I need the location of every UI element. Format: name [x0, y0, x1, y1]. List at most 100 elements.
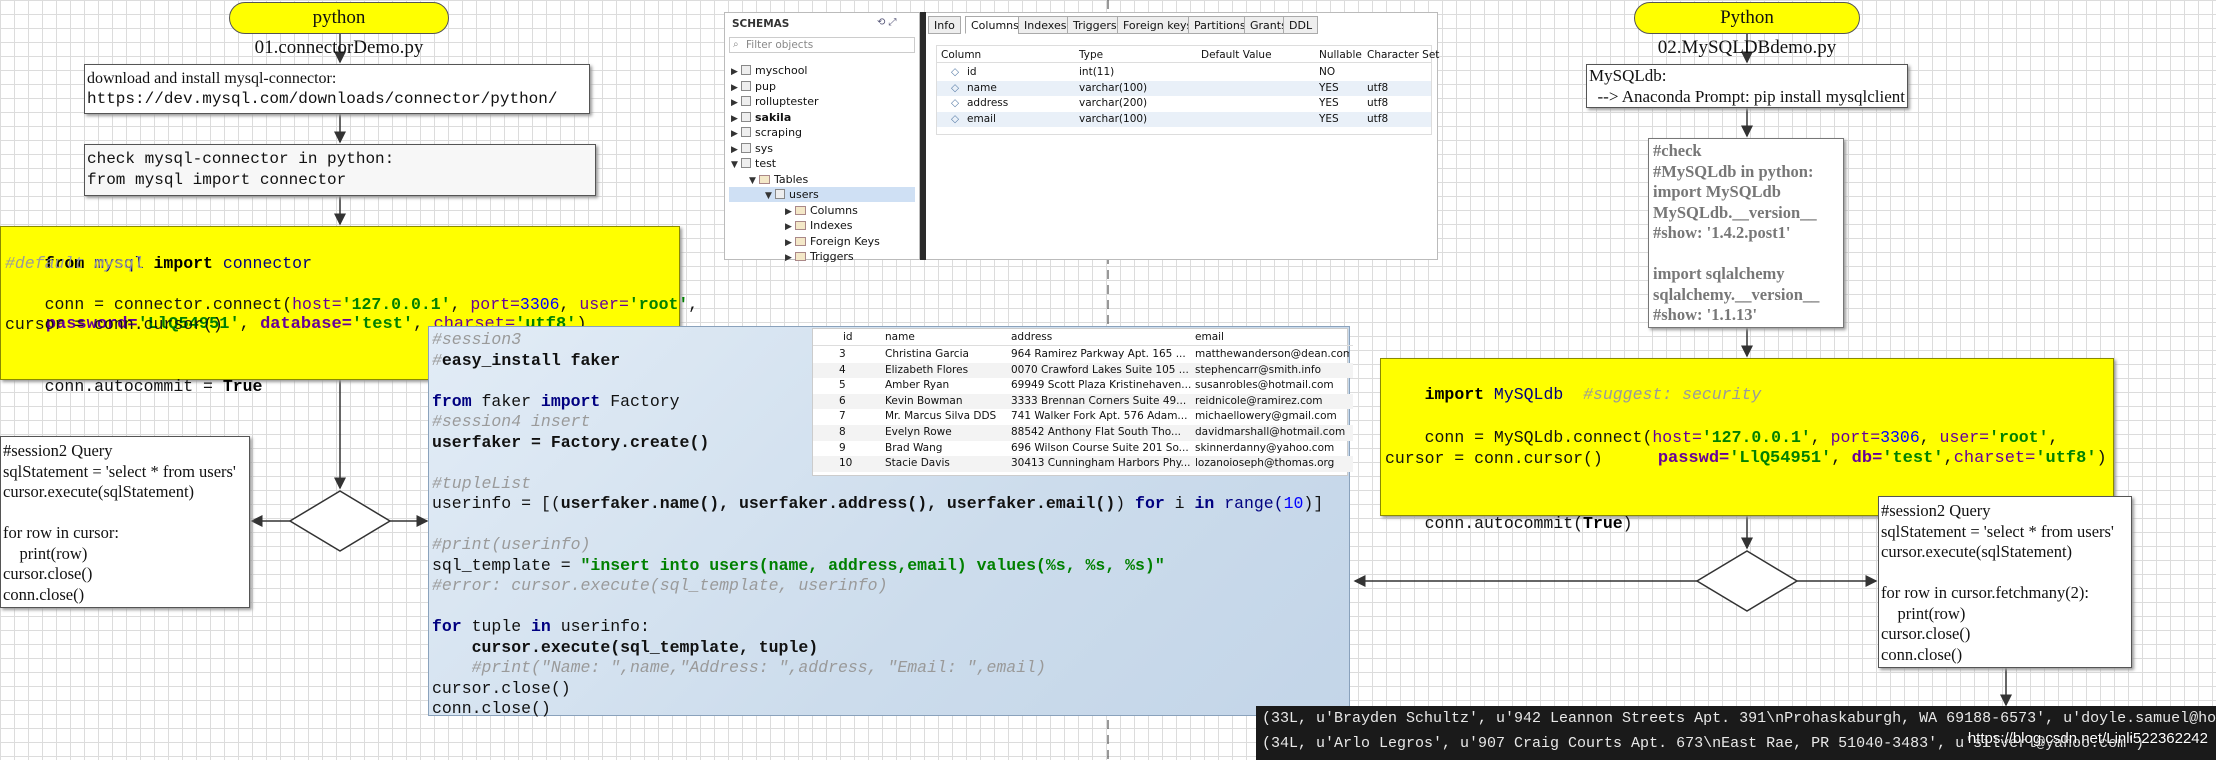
kw-import: import: [540, 391, 601, 411]
host-value: '127.0.0.1': [1701, 427, 1811, 447]
child-label: Indexes: [810, 219, 853, 232]
column-row[interactable]: ◇ email varchar(100) YES utf8: [937, 111, 1431, 127]
filter-input[interactable]: ⌕ Filter objects: [729, 37, 915, 53]
mysqldb-install-box: MySQLdb: --> Anaconda Prompt: pip instal…: [1586, 64, 1908, 108]
schema-item[interactable]: ▶ rolluptester: [731, 94, 819, 109]
result-cell: michaellowery@gmail.com: [1195, 410, 1337, 423]
tab-partitions[interactable]: Partitions: [1188, 16, 1252, 34]
tab-ddl[interactable]: DDL: [1283, 16, 1319, 34]
sep: ,: [1810, 427, 1831, 447]
users-child-node[interactable]: ▶ Foreign Keys: [785, 234, 880, 249]
schema-label: myschool: [755, 64, 808, 77]
tab-foreign-keys[interactable]: Foreign keys: [1117, 16, 1199, 34]
code-line-connect: conn = connector.connect(host='127.0.0.1…: [5, 274, 699, 314]
result-col-header: address: [1011, 331, 1053, 343]
query-line: sqlStatement = 'select * from users': [3, 461, 236, 481]
import-name: connector: [212, 253, 312, 273]
schema-item[interactable]: ▶ sakila: [731, 110, 791, 125]
schema-item[interactable]: ▶ scraping: [731, 125, 802, 140]
query-line: cursor.close(): [3, 564, 93, 583]
schema-item[interactable]: ▶ sys: [731, 141, 773, 156]
console-output: (33L, u'Brayden Schultz', u'942 Leannon …: [1256, 706, 2216, 760]
result-row[interactable]: 8 Evelyn Rowe 88542 Anthony Flat South Tho…: [813, 425, 1353, 441]
result-cell: 741 Walker Fork Apt. 576 Adam...: [1011, 410, 1188, 423]
code-part: range(: [1214, 494, 1284, 513]
schema-navigator: SCHEMAS ⟲ ⤢ ⌕ Filter objects ▶ myschool ▶…: [724, 12, 920, 263]
check-connector-box: check mysql-connector in python: from my…: [84, 144, 596, 196]
result-cell: stephencarr@smith.info: [1195, 363, 1322, 376]
column-nullable: YES: [1319, 81, 1339, 94]
tab-columns[interactable]: Columns: [965, 16, 1025, 34]
result-cell: 30413 Cunningham Harbors Phy...: [1011, 457, 1191, 470]
column-row[interactable]: ◇ address varchar(200) YES utf8: [937, 96, 1431, 111]
result-cell: Kevin Bowman: [885, 394, 963, 407]
result-row[interactable]: 3 Christina Garcia 964 Ramirez Parkway Apt…: [813, 347, 1353, 363]
true-literal: True: [1583, 513, 1623, 533]
module-name: MySQLdb: [1484, 384, 1584, 404]
code-line: conn.close(): [432, 699, 551, 718]
code-line: cursor.execute(sql_template, tuple): [432, 637, 819, 657]
filter-placeholder: Filter objects: [746, 39, 814, 51]
search-icon: ⌕: [733, 39, 739, 50]
schema-item[interactable]: ▶ pup: [731, 79, 776, 94]
result-cell: Amber Ryan: [885, 379, 950, 392]
users-table-node[interactable]: ▼ users: [729, 187, 915, 202]
column-key-icon: ◇: [951, 66, 960, 78]
column-row[interactable]: ◇ id int(11) NO: [937, 65, 1431, 80]
schema-item[interactable]: ▼ test: [731, 156, 776, 171]
tab-triggers[interactable]: Triggers: [1067, 16, 1123, 34]
result-cell: 9: [839, 441, 846, 454]
users-child-node[interactable]: ▶ Columns: [785, 203, 858, 218]
result-row[interactable]: 10 Stacie Davis 30413 Cunningham Harbors P…: [813, 456, 1353, 472]
database-value: 'test': [351, 315, 414, 334]
check-box-line2: from mysql import connector: [87, 170, 347, 189]
column-row[interactable]: ◇ name varchar(100) YES utf8: [937, 80, 1431, 96]
result-row[interactable]: 6 Kevin Bowman 3333 Brennan Corners Suite …: [813, 393, 1353, 410]
connect-call: conn = MySQLdb.connect(: [1424, 427, 1653, 447]
connect-call: conn = connector.connect(: [44, 294, 293, 314]
sep: ): [1622, 513, 1633, 533]
sep: ,: [1943, 449, 1954, 468]
result-row[interactable]: 7 Mr. Marcus Silva DDS 741 Walker Fork Apt…: [813, 409, 1353, 425]
code-line: sql_template = "insert into users(name, …: [432, 556, 1346, 577]
check-line: #MySQLdb in python:: [1653, 161, 1814, 181]
install-command: easy_install faker: [441, 350, 621, 370]
console-line: (33L, u'Brayden Schultz', u'942 Leannon …: [1262, 710, 2216, 727]
child-label: Foreign Keys: [810, 234, 880, 248]
col-header: Column: [941, 49, 982, 61]
result-row[interactable]: 4 Elizabeth Flores 0070 Crawford Lakes Sui…: [813, 362, 1353, 379]
result-cell: Christina Garcia: [885, 348, 969, 360]
result-cell: Stacie Davis: [885, 457, 950, 470]
kw-import: import: [153, 253, 213, 273]
tables-node[interactable]: ▼ Tables: [749, 172, 808, 187]
inspector-tabs: Info Columns Indexes Triggers Foreign ke…: [926, 16, 1438, 35]
result-cell: 7: [839, 410, 846, 423]
schema-item[interactable]: ▶ myschool: [731, 63, 808, 78]
column-icon: ◇: [951, 97, 960, 109]
refresh-icon[interactable]: ⟲ ⤢: [877, 17, 897, 28]
result-row[interactable]: 9 Brad Wang 696 Wilson Course Suite 201 So…: [813, 441, 1353, 457]
result-cell: Evelyn Rowe: [885, 426, 952, 438]
autocommit-assign: conn.autocommit =: [44, 376, 223, 396]
result-cell: 8: [839, 426, 846, 438]
port-kwarg: port=: [470, 294, 520, 314]
col-header: Type: [1079, 49, 1104, 61]
kw-from: from: [432, 391, 472, 411]
tab-indexes[interactable]: Indexes: [1018, 16, 1073, 34]
users-child-node[interactable]: ▶ Indexes: [785, 218, 852, 233]
column-name: email: [967, 112, 996, 125]
result-cell: skinnerdanny@yahoo.com: [1195, 441, 1335, 454]
passwd-kwarg: passwd=: [1657, 449, 1730, 468]
query-line: cursor.close(): [1881, 624, 1971, 643]
tab-info[interactable]: Info: [928, 16, 961, 34]
expand-icon: ▶: [785, 253, 792, 263]
database-icon: [741, 142, 751, 153]
column-type: varchar(100): [1079, 81, 1148, 94]
hash-mark: #: [432, 350, 442, 370]
left-query-box: #session2 Query sqlStatement = 'select *…: [0, 436, 250, 608]
users-child-node[interactable]: ▶ Triggers: [785, 249, 854, 264]
left-flow-title: python 01.connectorDemo.py: [229, 2, 449, 58]
result-row[interactable]: 5 Amber Ryan 69949 Scott Plaza Kristinehav…: [813, 378, 1353, 394]
